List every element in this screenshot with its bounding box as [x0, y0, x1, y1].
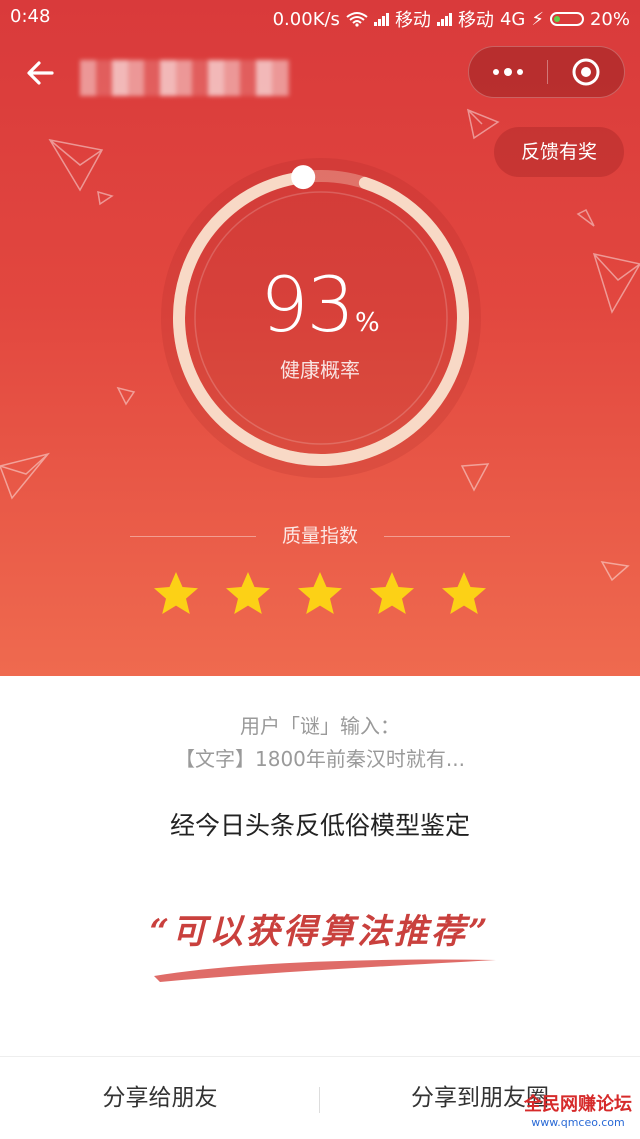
quality-stars [0, 570, 640, 626]
user-input-line: 用户「谜」输入： [240, 714, 400, 738]
quality-rule-left [130, 536, 256, 537]
ring-knob [291, 165, 316, 190]
star-icon [226, 572, 270, 614]
brush-underline [154, 959, 496, 982]
forum-watermark: 全民网赚论坛 www.qmceo.com [524, 1090, 632, 1129]
quality-index: 质量指数 [0, 521, 640, 548]
watermark-domain: www.qmceo.com [531, 1116, 625, 1129]
score-value: 93 [260, 260, 355, 349]
model-verdict: 经今日头条反低俗模型鉴定 [169, 811, 470, 840]
result-hero: 0:48 0.00K/s 移动 移动 4G ⚡ 20% 反馈有奖 93% 健康概… [0, 0, 640, 676]
score-unit: % [355, 308, 380, 338]
quality-label: 质量指数 [281, 525, 358, 547]
watermark-text: 全民网赚论坛 [524, 1094, 632, 1115]
star-icon [442, 572, 486, 614]
share-footer: 分享给朋友 分享到朋友圈 全民网赚论坛 www.qmceo.com [0, 1056, 640, 1139]
health-score: 93% [0, 260, 640, 349]
star-icon [298, 572, 342, 614]
star-icon [154, 572, 198, 614]
share-to-friend-button[interactable]: 分享给朋友 [0, 1057, 320, 1139]
star-icon [370, 572, 414, 614]
recommendation-slogan: “可以获得算法推荐” [149, 912, 491, 952]
quality-rule-right [384, 536, 510, 537]
health-label: 健康概率 [280, 358, 360, 382]
input-text-preview: 【文字】1800年前秦汉时就有... [175, 747, 465, 771]
